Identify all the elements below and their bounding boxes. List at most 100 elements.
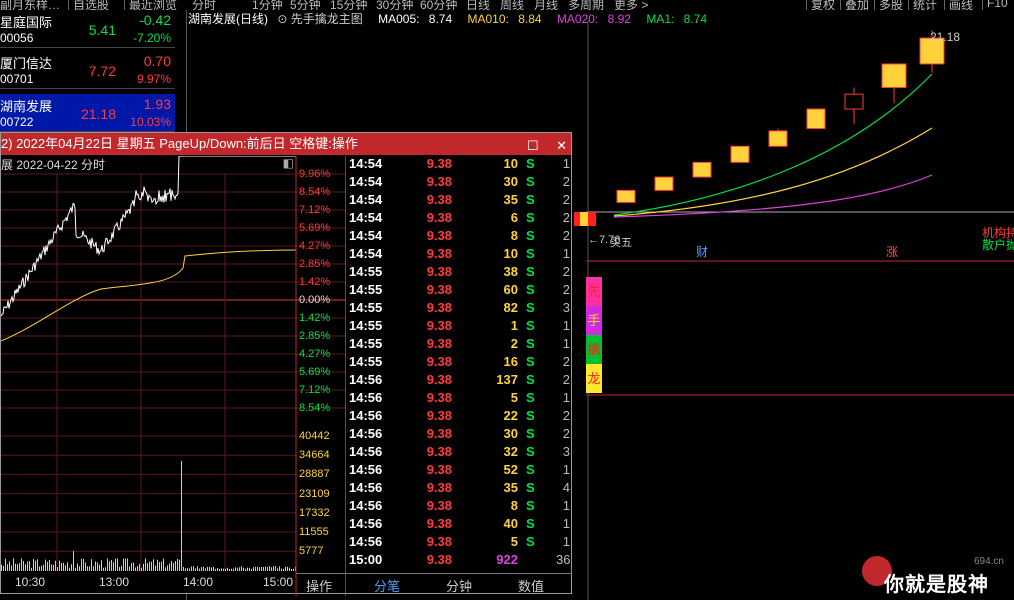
candle-body[interactable] [768,130,788,147]
period-daily[interactable]: 日线 [466,0,490,10]
operate-button[interactable]: 操作 [306,576,332,595]
volume-bar [269,566,270,571]
multi-stock-button[interactable]: 多股 [874,0,903,10]
tick-time: 14:56 [349,480,383,495]
period-multi[interactable]: 多周期 [568,0,604,10]
watchlist-row[interactable]: 厦门信达 00701 7.72 0.70 9.97% [0,51,175,89]
watchlist-row[interactable]: 星庭国际 00056 5.41 -0.42 -7.20% [0,10,175,48]
volume-bar [145,558,146,571]
volume-tick-label: 34664 [299,449,330,462]
candle-body[interactable] [654,176,674,191]
volume-bar [185,568,186,571]
tick-volume: 6 [510,210,518,225]
tab-watchlist-group[interactable]: 副月东样… [0,0,60,10]
maximize-icon[interactable]: ☐ [527,138,539,153]
period-intraday[interactable]: 分时 [192,0,216,10]
volume-bar [183,566,184,571]
tick-time: 15:00 [349,552,383,567]
volume-bar [131,563,132,571]
tab-minutes[interactable]: 分钟 [446,576,472,595]
volume-bar [63,562,64,571]
pct-tick-label: 4.27% [299,348,331,360]
draw-line-button[interactable]: 画线 [944,0,973,10]
tab-values[interactable]: 数值 [518,576,544,595]
limit-up-marker[interactable]: 涨 [886,244,898,259]
candle-body[interactable] [616,189,636,203]
tick-count: 36 [556,552,571,567]
candle-body[interactable] [730,145,750,163]
period-more[interactable]: 更多 > [614,0,648,10]
volume-bar [87,566,88,571]
tick-time: 14:56 [349,372,383,387]
volume-bar [71,564,72,571]
tick-list[interactable]: 14:54 9.38 10 S 1 14:54 9.38 30 S 2 14:54 9.38 35 S 2 1… [346,156,572,567]
volume-bar [17,564,18,571]
tick-side: S [526,426,535,441]
tick-count: 3 [562,300,570,315]
price-line [1,156,296,317]
period-monthly[interactable]: 月线 [534,0,558,10]
tick-price: 9.38 [426,282,452,297]
candle-body[interactable] [844,93,864,110]
volume-bar [205,568,206,571]
period-60min[interactable]: 60分钟 [420,0,457,10]
volume-bar [159,562,160,571]
tick-count: 1 [562,336,570,351]
tab-favorites[interactable]: 自选股 [68,0,109,10]
tick-count: 3 [562,444,570,459]
watchlist-row-selected[interactable]: 湖南发展 00722 21.18 1.93 10.03% [0,94,175,132]
tick-volume: 137 [496,372,518,387]
volume-tick-label: 5777 [299,545,324,558]
volume-bar [9,561,10,571]
tick-tabs: 操作 分笔 分钟 数值 [296,573,572,595]
volume-bar [217,567,218,571]
tick-volume: 5 [510,534,518,549]
tick-price: 9.38 [426,336,452,351]
period-30min[interactable]: 30分钟 [376,0,413,10]
tick-price: 9.38 [426,192,452,207]
close-icon[interactable]: ✕ [556,138,567,153]
volume-bar [79,566,80,571]
candle-body[interactable] [881,63,907,89]
adjust-button[interactable]: 复权 [806,0,835,10]
volume-bar [5,558,6,571]
tick-side: S [526,480,535,495]
volume-bar [127,558,128,571]
tick-side: S [526,534,535,549]
tab-ticks[interactable]: 分笔 [374,576,400,595]
tick-row: 14:56 9.38 32 S 3 [346,444,572,462]
tick-time: 14:56 [349,390,383,405]
tick-count: 2 [562,372,570,387]
intraday-chart[interactable] [1,156,346,596]
stats-button[interactable]: 统计 [908,0,937,10]
tick-price: 9.38 [426,462,452,477]
tick-count: 2 [562,426,570,441]
volume-bar [203,566,204,571]
overlay-button[interactable]: 叠加 [840,0,869,10]
candle-body[interactable] [806,108,826,130]
time-tick-label: 15:00 [263,575,294,589]
pct-tick-label: 1.42% [299,312,331,324]
period-1min[interactable]: 1分钟 [252,0,283,10]
pct-tick-label: 0.00% [299,294,331,306]
tab-recent[interactable]: 最近浏览 [124,0,177,10]
finance-marker[interactable]: 财 [696,245,708,259]
tick-side: S [526,228,535,243]
f10-button[interactable]: F10 [982,0,1008,10]
tick-volume: 32 [503,444,518,459]
tick-side: S [526,246,535,261]
tick-volume: 5 [510,390,518,405]
tick-volume: 30 [503,426,518,441]
popup-title-bar[interactable]: 2) 2022年04月22日 星期五 PageUp/Down:前后日 空格键:操… [1,133,571,155]
tick-row: 14:56 9.38 35 S 4 [346,480,572,498]
tick-count: 2 [562,210,570,225]
period-15min[interactable]: 15分钟 [330,0,367,10]
volume-tick-label: 28887 [299,468,330,481]
period-weekly[interactable]: 周线 [500,0,524,10]
tick-side: S [526,390,535,405]
tick-count: 1 [562,156,570,171]
volume-bar [57,566,58,571]
candle-body[interactable] [692,161,712,178]
period-5min[interactable]: 5分钟 [290,0,321,10]
intraday-popup[interactable]: 2) 2022年04月22日 星期五 PageUp/Down:前后日 空格键:操… [0,132,572,596]
